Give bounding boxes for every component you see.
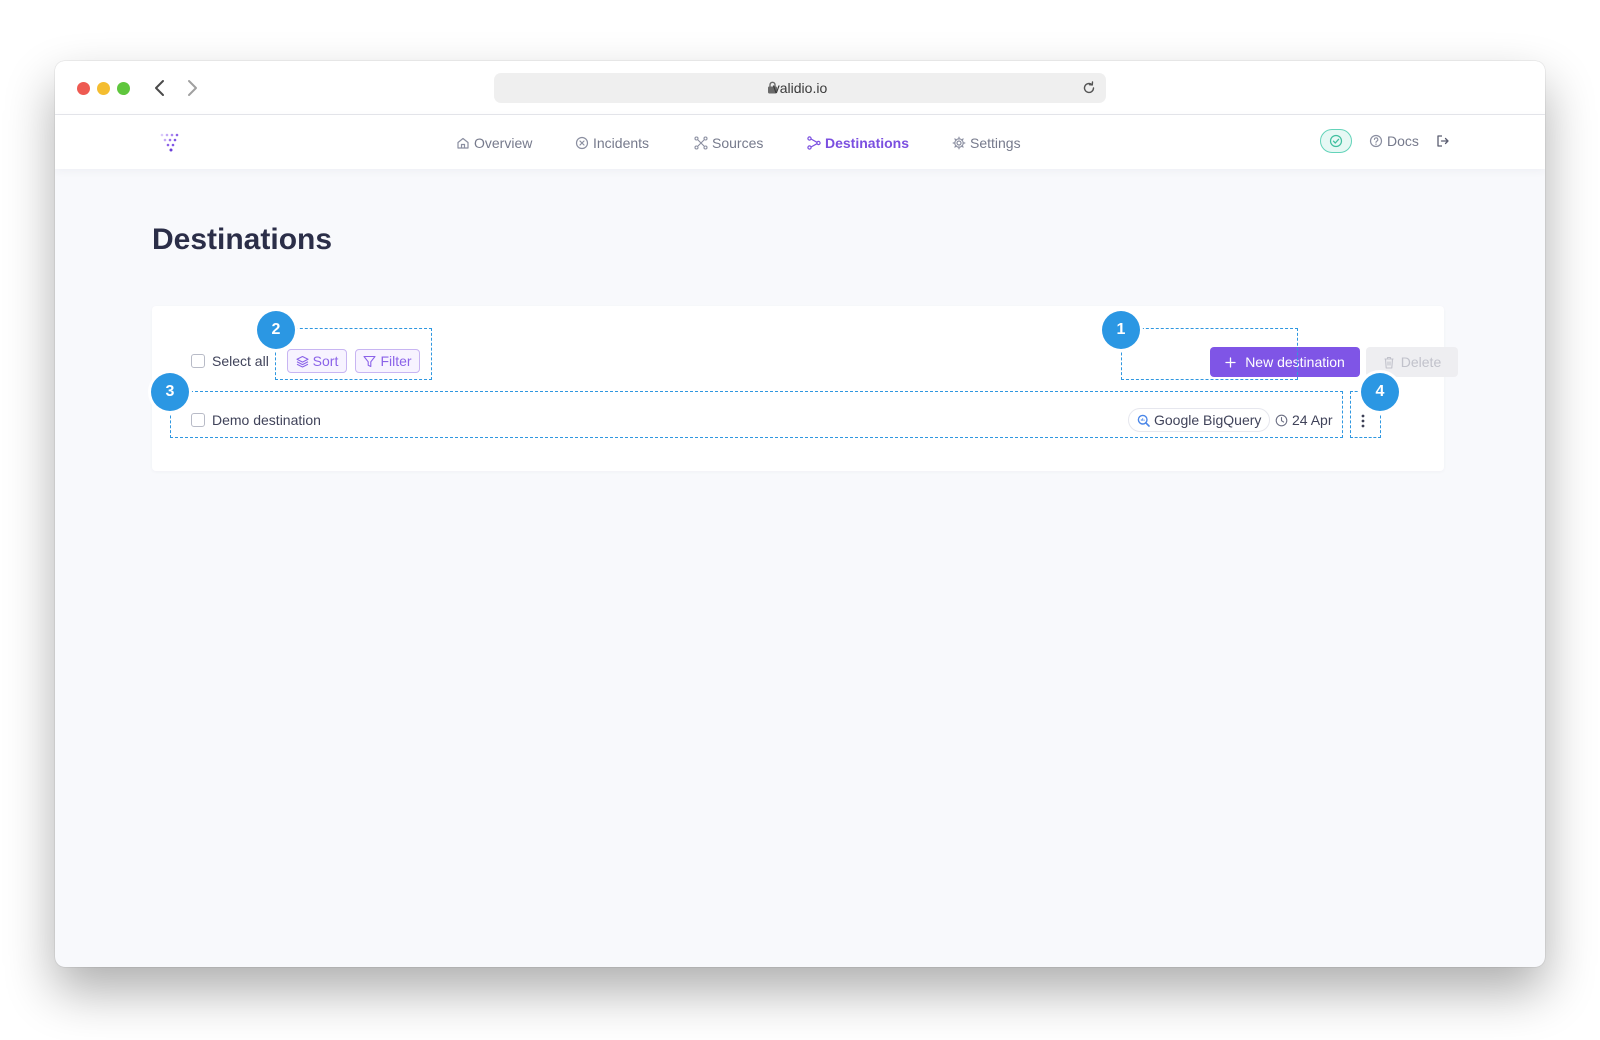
close-window-button[interactable]	[77, 82, 90, 95]
address-bar[interactable]: validio.io	[494, 73, 1106, 103]
browser-titlebar: validio.io	[55, 61, 1545, 115]
logout-icon[interactable]	[1435, 133, 1451, 149]
callout-box-new-destination	[1121, 328, 1298, 380]
nav-item-sources[interactable]: Sources	[694, 133, 763, 153]
nav-item-overview[interactable]: Overview	[456, 133, 532, 153]
trash-icon	[1384, 356, 1394, 369]
minimize-window-button[interactable]	[97, 82, 110, 95]
status-indicator[interactable]	[1320, 129, 1352, 153]
nav-item-label: Incidents	[593, 135, 650, 151]
callout-badge-4: 4	[1361, 373, 1399, 411]
page-title: Destinations	[152, 223, 333, 256]
callout-badge-1: 1	[1102, 311, 1140, 349]
select-all-checkbox[interactable]	[191, 354, 205, 368]
nav-item-settings[interactable]: Settings	[952, 133, 1021, 153]
help-circle-icon	[1369, 134, 1383, 148]
nav-item-label: Sources	[712, 135, 764, 151]
reload-icon[interactable]	[1081, 80, 1097, 96]
check-circle-icon	[1329, 134, 1343, 148]
callout-box-sort-filter	[275, 328, 432, 380]
nav-item-destinations[interactable]: Destinations	[807, 133, 909, 153]
browser-window: validio.io Overview Incidents Sources De…	[55, 61, 1545, 967]
delete-label: Delete	[1400, 354, 1442, 370]
app-header: Overview Incidents Sources Destinations …	[55, 115, 1545, 169]
branch-icon	[807, 136, 821, 150]
docs-label: Docs	[1387, 133, 1419, 149]
forward-arrow-icon[interactable]	[181, 76, 203, 100]
docs-link[interactable]: Docs	[1369, 133, 1419, 149]
select-all-label: Select all	[212, 353, 269, 369]
nav-item-label: Overview	[474, 135, 533, 151]
nav-item-label: Destinations	[825, 135, 910, 151]
home-icon	[457, 137, 469, 149]
gear-icon	[952, 136, 966, 150]
callout-badge-2: 2	[257, 311, 295, 349]
nav-item-label: Settings	[970, 135, 1021, 151]
nodes-icon	[694, 136, 708, 150]
maximize-window-button[interactable]	[117, 82, 130, 95]
validio-logo-icon[interactable]	[159, 131, 183, 155]
back-arrow-icon[interactable]	[149, 76, 171, 100]
nav-item-incidents[interactable]: Incidents	[575, 133, 649, 153]
url-text: validio.io	[772, 80, 828, 96]
callout-badge-3: 3	[151, 373, 189, 411]
callout-box-destination-row	[170, 391, 1343, 438]
x-circle-icon	[575, 136, 589, 150]
